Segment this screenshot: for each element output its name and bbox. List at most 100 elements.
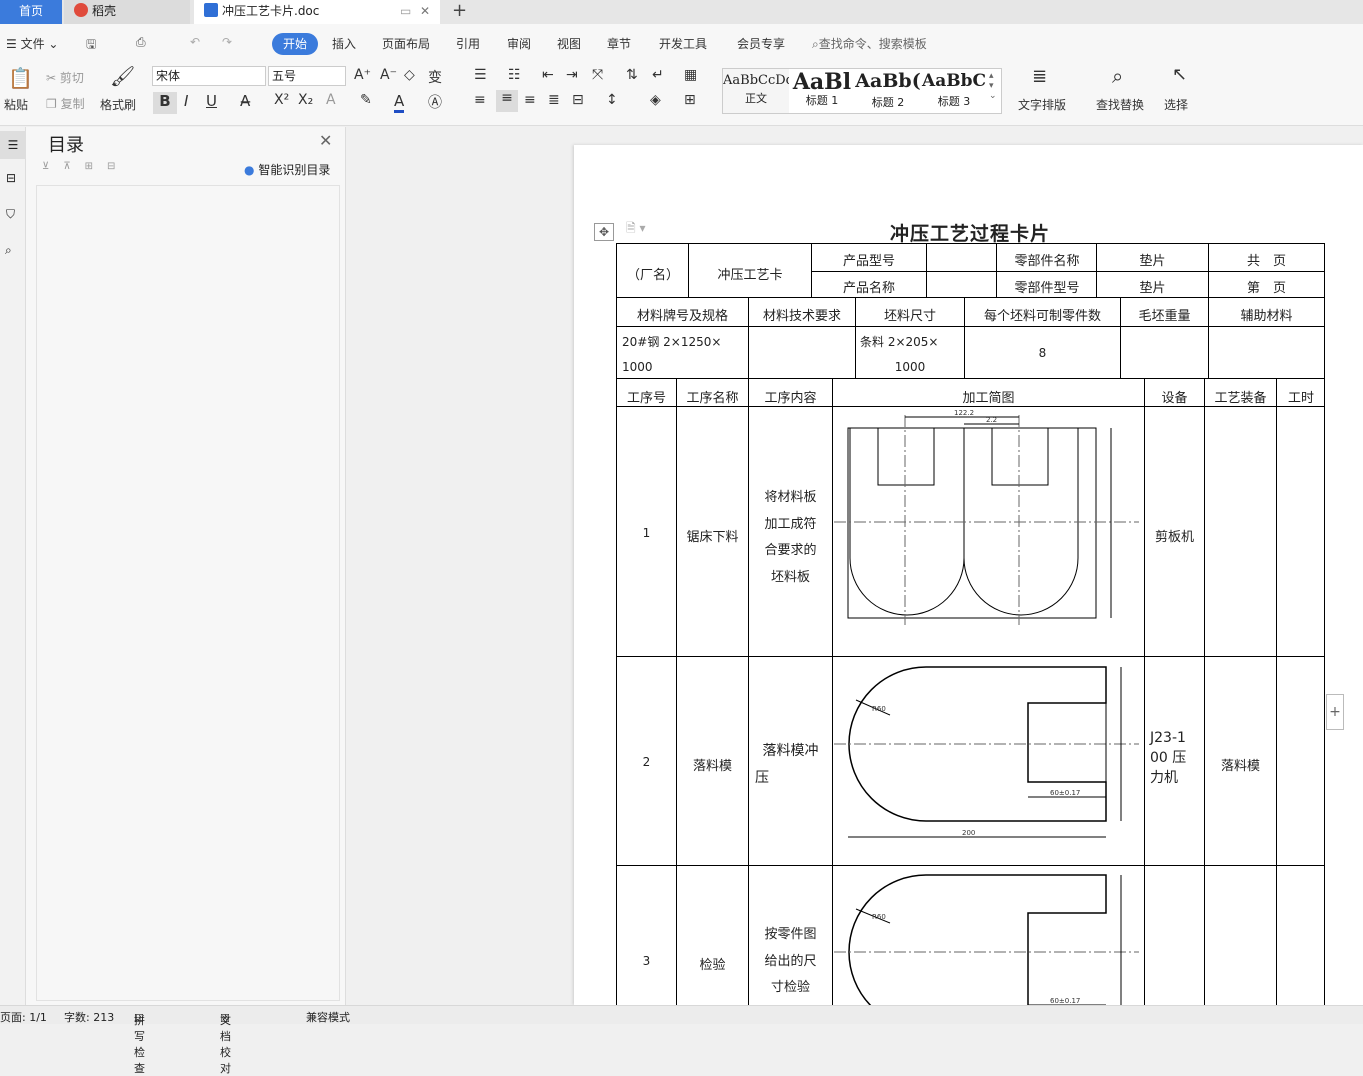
smart-toc-label: 智能识别目录 <box>258 163 331 177</box>
print-icon[interactable]: ⎙ <box>136 35 146 50</box>
phonetic-icon[interactable]: 变 <box>428 67 442 87</box>
italic-icon[interactable]: I <box>184 92 188 110</box>
menu-devtools[interactable]: 开发工具 <box>659 35 707 52</box>
blank-layout-drawing <box>834 415 1139 625</box>
style-heading-1[interactable]: AaBl 标题 1 <box>789 69 855 113</box>
step-content: 落料模冲 压 <box>749 738 832 792</box>
toc-nav-icon[interactable]: ☰ <box>0 131 26 159</box>
select-button[interactable]: 选择 <box>1164 96 1188 113</box>
material-header: 坯料尺寸 <box>883 309 936 324</box>
increase-indent-icon[interactable]: ⇥ <box>566 67 578 83</box>
line-spacing-icon[interactable]: ↕ <box>606 92 618 108</box>
paste-button[interactable]: 粘贴 <box>4 96 28 113</box>
chinese-layout-icon[interactable]: ⤧ <box>592 67 603 83</box>
distribute-icon[interactable]: ⊟ <box>572 92 584 108</box>
text-effect-icon[interactable]: A <box>326 92 336 108</box>
menu-reference[interactable]: 引用 <box>456 35 480 52</box>
redo-icon[interactable]: ↷ <box>222 35 232 49</box>
style-scroll-icon[interactable]: ▴ ▾ ⌄ <box>989 71 997 101</box>
close-tab-icon[interactable]: ✕ <box>420 0 430 22</box>
menu-chapter[interactable]: 章节 <box>607 35 631 52</box>
paste-icon[interactable]: 📋 <box>8 66 33 90</box>
text-layout-icon: ≣ <box>1032 66 1048 87</box>
add-column-button[interactable]: + <box>1326 694 1344 730</box>
menu-insert[interactable]: 插入 <box>332 35 356 52</box>
menu-vip[interactable]: 会员专享 <box>737 35 785 52</box>
shrink-font-icon[interactable]: A⁻ <box>380 67 397 83</box>
word-count[interactable]: 字数: 213 <box>64 1009 114 1025</box>
find-replace-button[interactable]: 查找替换 <box>1096 96 1144 113</box>
slot-label: 60±0.17 <box>1050 997 1080 1005</box>
strikethrough-icon[interactable]: A̶ <box>240 92 250 110</box>
font-size-select[interactable]: 五号 <box>268 66 346 86</box>
scissors-icon: ✂ <box>46 71 60 85</box>
add-icon[interactable]: ⊞ <box>85 161 107 172</box>
copy-button[interactable]: ❐ 复制 <box>46 95 85 112</box>
chapter-nav-icon[interactable]: ⊟ <box>6 171 16 185</box>
format-painter-button[interactable]: 格式刷 <box>100 96 136 113</box>
text-layout-button[interactable]: 文字排版 <box>1018 96 1066 113</box>
search-panel-icon[interactable]: ⌕ <box>5 243 12 258</box>
justify-icon[interactable]: ≣ <box>548 92 560 108</box>
font-family-select[interactable]: 宋体 <box>152 66 266 86</box>
tab-daoke[interactable]: 稻壳 <box>64 0 190 24</box>
expand-icon[interactable]: ⊻ <box>42 161 63 172</box>
blanking-part-drawing <box>834 666 1139 838</box>
word-doc-icon <box>204 3 218 17</box>
step-number: 2 <box>642 755 651 769</box>
bullet-list-icon[interactable]: ☰ <box>474 67 487 83</box>
superscript-icon[interactable]: X² <box>274 92 289 108</box>
process-header: 工时 <box>1287 391 1314 406</box>
highlight-icon[interactable]: ✎ <box>360 92 372 108</box>
menu-start[interactable]: 开始 <box>272 33 318 55</box>
decrease-indent-icon[interactable]: ⇤ <box>542 67 554 83</box>
close-icon[interactable]: ✕ <box>319 131 332 150</box>
style-preview: AaBb( <box>855 70 921 92</box>
shading-icon[interactable]: ◈ <box>650 92 661 108</box>
clear-format-icon[interactable]: ◇ <box>404 67 415 83</box>
pin-icon[interactable]: ▭ <box>400 0 411 22</box>
cut-button[interactable]: ✂ 剪切 <box>46 69 84 86</box>
cut-label: 剪切 <box>59 71 84 85</box>
tab-document[interactable]: 冲压工艺卡片.doc ▭ ✕ <box>194 0 440 24</box>
bold-icon[interactable]: B <box>153 92 177 114</box>
collapse-icon[interactable]: ⊼ <box>63 161 84 172</box>
undo-icon[interactable]: ↶ <box>190 35 200 49</box>
align-right-icon[interactable]: ≡ <box>524 92 536 108</box>
step-tooling: 落料模 <box>1220 759 1260 774</box>
bookmark-icon[interactable]: ⛉ <box>6 207 15 222</box>
borders-icon[interactable]: ⊞ <box>684 92 696 108</box>
style-normal[interactable]: AaBbCcDd 正文 <box>723 69 789 113</box>
slot-label: 60±0.17 <box>1050 789 1080 797</box>
menu-review[interactable]: 审阅 <box>507 35 531 52</box>
style-heading-3[interactable]: AaBbC 标题 3 <box>921 69 987 113</box>
new-tab-button[interactable]: + <box>452 0 467 22</box>
smart-toc-button[interactable]: ● 智能识别目录 <box>244 161 330 178</box>
grow-font-icon[interactable]: A⁺ <box>354 67 371 83</box>
document-page: ✥ 🗎 ▾ 冲压工艺过程卡片 122.2 2.2 R60 200 60±0.17… <box>574 145 1363 1005</box>
underline-icon[interactable]: U <box>206 92 217 110</box>
menu-layout[interactable]: 页面布局 <box>382 35 430 52</box>
menu-file[interactable]: ☰ 文件 ⌄ <box>6 35 58 52</box>
align-left-icon[interactable]: ≡ <box>474 92 486 108</box>
dim-label: 2.2 <box>986 416 997 424</box>
table-icon[interactable]: ▦ <box>684 67 697 83</box>
save-icon[interactable]: 🖫 <box>86 35 96 56</box>
font-color-icon[interactable]: A <box>394 92 405 113</box>
paragraph-mark-icon[interactable]: ↵ <box>652 67 664 83</box>
style-heading-2[interactable]: AaBb(标题 2 <box>855 69 921 113</box>
number-list-icon[interactable]: ☷ <box>508 67 521 83</box>
remove-icon[interactable]: ⊟ <box>107 161 129 172</box>
char-border-icon[interactable]: Ⓐ <box>428 92 442 112</box>
align-center-icon[interactable]: ≡ <box>496 90 518 112</box>
command-search[interactable]: ⌕查找命令、搜索模板 <box>812 35 927 52</box>
menu-file-label: 文件 <box>20 37 45 51</box>
tab-home[interactable]: 首页 <box>0 0 62 24</box>
menu-view[interactable]: 视图 <box>557 35 581 52</box>
ribbon-toolbar: 📋 粘贴 ✂ 剪切 ❐ 复制 🖌 格式刷 宋体 五号 A⁺ A⁻ ◇ 变 B I… <box>0 62 1363 126</box>
width-label: 200 <box>962 829 975 837</box>
card-name: 冲压工艺卡 <box>717 268 783 283</box>
sort-icon[interactable]: ⇅ <box>626 67 638 83</box>
process-header: 工艺装备 <box>1214 391 1267 406</box>
subscript-icon[interactable]: X₂ <box>298 92 313 108</box>
